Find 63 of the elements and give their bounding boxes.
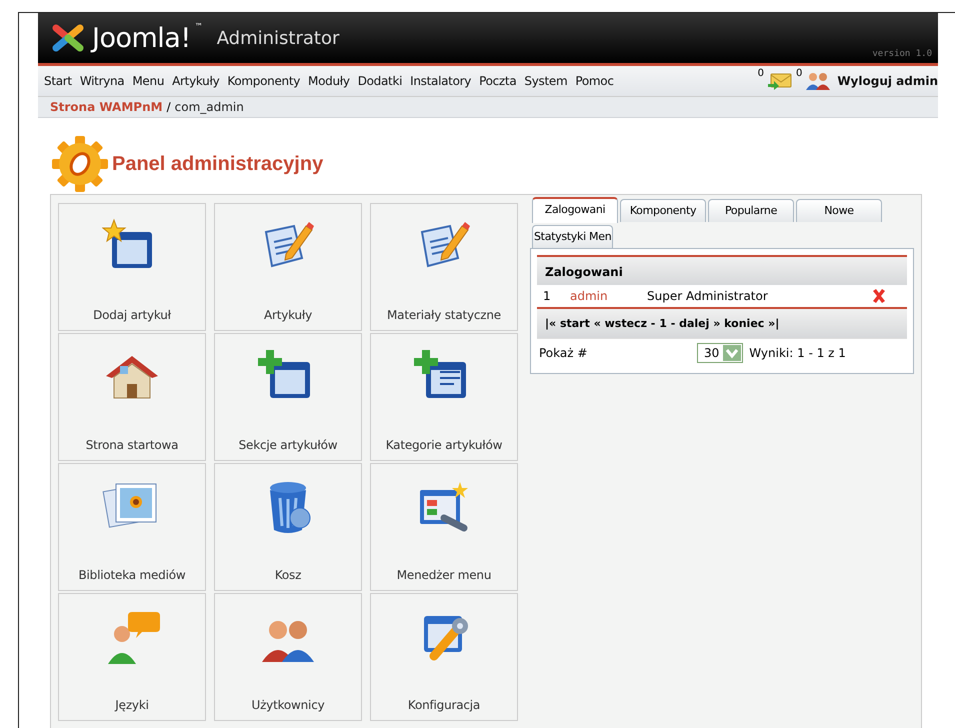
tile-label: Menedżer menu	[396, 568, 492, 582]
message-count: 0	[758, 68, 764, 79]
tile-label: Materiały statyczne	[387, 308, 501, 322]
menu-item[interactable]: Dodatki	[358, 74, 410, 88]
tile-label: Strona startowa	[86, 438, 178, 452]
tile-label: Artykuły	[264, 308, 312, 322]
menu-item[interactable]: Moduły	[308, 74, 358, 88]
tab[interactable]: Zalogowani	[532, 197, 618, 223]
menu-item[interactable]: Komponenty	[227, 74, 308, 88]
page-title: Panel administracyjny	[112, 152, 324, 176]
shortcut-tile[interactable]: Menedżer menu	[370, 463, 518, 591]
shortcut-tile[interactable]: Biblioteka mediów	[58, 463, 206, 591]
tab[interactable]: Popularne	[708, 199, 794, 222]
header-subtitle: Administrator	[216, 28, 340, 48]
shortcut-tile[interactable]: Dodaj artykuł	[58, 203, 206, 331]
tab[interactable]: Komponenty	[620, 199, 706, 222]
shortcut-tile[interactable]: Materiały statyczne	[370, 203, 518, 331]
trademark-mark: ™	[194, 22, 203, 31]
user-count: 0	[796, 68, 802, 79]
results-text: Wyniki: 1 - 1 z 1	[749, 346, 846, 360]
shortcut-tile[interactable]: Konfiguracja	[370, 593, 518, 721]
version-label: version 1.0	[872, 49, 932, 59]
tile-label: Kategorie artykułów	[386, 438, 502, 452]
menu-item[interactable]: Menu	[132, 74, 172, 88]
menu-item[interactable]: Instalatory	[410, 74, 480, 88]
menu-item[interactable]: Artykuły	[172, 74, 228, 88]
tile-label: Biblioteka mediów	[78, 568, 186, 582]
shortcut-tile[interactable]: Użytkownicy	[214, 593, 362, 721]
logo-text: Joomla!	[92, 22, 191, 54]
user-link[interactable]: admin	[570, 289, 647, 303]
menu-item[interactable]: Pomoc	[575, 74, 622, 88]
tab[interactable]: Nowe	[796, 199, 882, 222]
tile-label: Dodaj artykuł	[93, 308, 171, 322]
tile-label: Języki	[115, 698, 149, 712]
page-size-select[interactable]: 30	[697, 343, 744, 363]
shortcut-tile[interactable]: Strona startowa	[58, 333, 206, 461]
show-label: Pokaż #	[539, 346, 588, 360]
menu-item[interactable]: Start	[44, 74, 80, 88]
shortcut-tile[interactable]: Artykuły	[214, 203, 362, 331]
table-cell-text: Super Administrator	[647, 289, 769, 303]
tile-label: Sekcje artykułów	[238, 438, 338, 452]
shortcut-tile[interactable]: Języki	[58, 593, 206, 721]
shortcut-tile[interactable]: Kategorie artykułów	[370, 333, 518, 461]
table-cell-text: 1	[543, 289, 552, 303]
users-icon[interactable]	[805, 72, 832, 90]
gear-icon	[50, 134, 110, 194]
tile-label: Kosz	[274, 568, 302, 582]
table-header: Zalogowani	[537, 257, 907, 285]
tile-label: Użytkownicy	[251, 698, 324, 712]
menu-item[interactable]: System	[524, 74, 576, 88]
tile-label: Konfiguracja	[408, 698, 480, 712]
envelope-icon[interactable]	[766, 72, 793, 90]
menu-item[interactable]: Poczta	[479, 74, 524, 88]
pagination: |« start « wstecz - 1 - dalej » koniec »|	[537, 309, 907, 338]
breadcrumb-separator: /	[166, 100, 171, 114]
tab[interactable]: Statystyki Men	[532, 225, 614, 248]
shortcut-tile[interactable]: Sekcje artykułów	[214, 333, 362, 461]
logout-link[interactable]: Wyloguj admin	[837, 74, 938, 88]
menu-item[interactable]: Witryna	[80, 74, 132, 88]
delete-icon[interactable]	[871, 288, 887, 304]
breadcrumb-current: com_admin	[174, 100, 244, 114]
breadcrumb-link[interactable]: Strona WAMPnM	[50, 100, 163, 114]
shortcut-tile[interactable]: Kosz	[214, 463, 362, 591]
